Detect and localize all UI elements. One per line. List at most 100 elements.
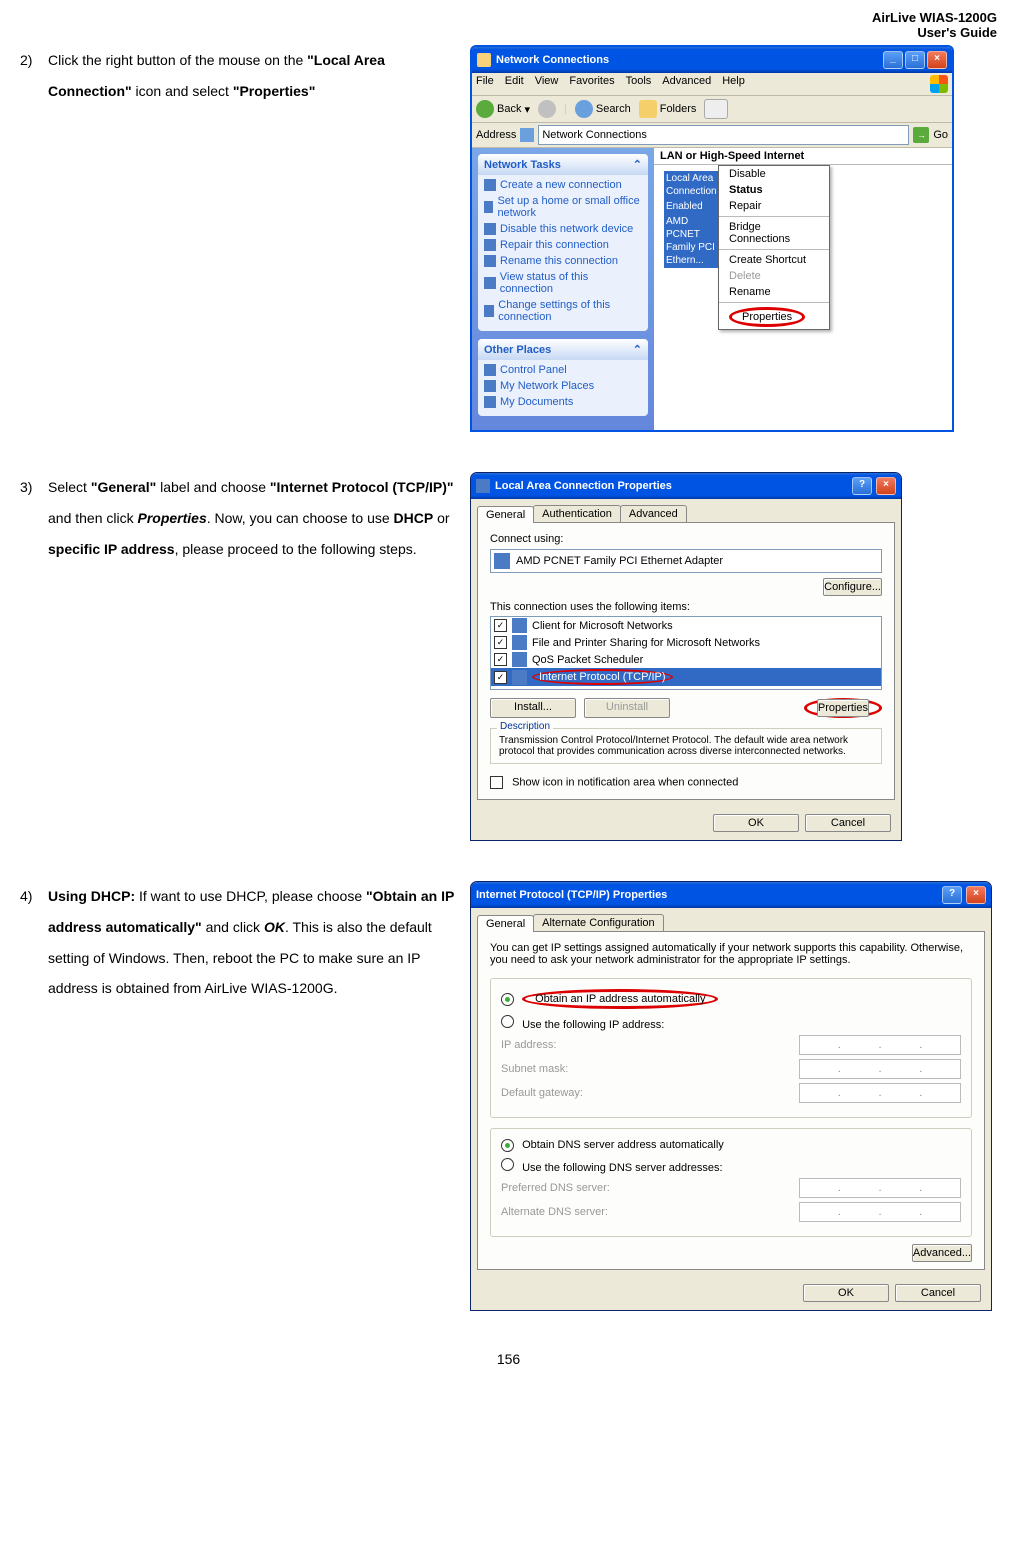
highlight-ellipse: Internet Protocol (TCP/IP): [532, 669, 673, 685]
menu-favorites[interactable]: Favorites: [569, 75, 614, 93]
step-2-text: 2) Click the right button of the mouse o…: [20, 45, 460, 432]
address-input[interactable]: [538, 125, 909, 145]
link-icon: [484, 396, 496, 408]
tab-advanced[interactable]: Advanced: [620, 505, 687, 522]
connection-status: Enabled: [664, 199, 719, 214]
panel-network-tasks-header[interactable]: Network Tasks ⌃: [478, 154, 648, 175]
cancel-button[interactable]: Cancel: [895, 1284, 981, 1302]
menu-help[interactable]: Help: [722, 75, 745, 93]
radio-obtain-dns[interactable]: Obtain DNS server address automatically: [501, 1139, 961, 1152]
menu-edit[interactable]: Edit: [505, 75, 524, 93]
task-rename[interactable]: Rename this connection: [484, 255, 642, 267]
ip-field: ...: [799, 1035, 961, 1055]
ok-button[interactable]: OK: [713, 814, 799, 832]
show-icon-label: Show icon in notification area when conn…: [512, 776, 738, 788]
ctx-shortcut[interactable]: Create Shortcut: [719, 252, 829, 268]
back-button[interactable]: Back ▾: [476, 100, 530, 118]
local-area-connection-item[interactable]: Local Area Connection Enabled AMD PCNET …: [654, 165, 718, 222]
install-button[interactable]: Install...: [490, 698, 576, 718]
task-disable-device[interactable]: Disable this network device: [484, 223, 642, 235]
show-icon-checkbox[interactable]: [490, 776, 503, 789]
step-3-section: 3) Select "General" label and choose "In…: [20, 472, 997, 841]
items-listbox[interactable]: ✓Client for Microsoft Networks ✓File and…: [490, 616, 882, 690]
connect-using-label: Connect using:: [490, 533, 882, 545]
go-button[interactable]: →: [913, 127, 929, 143]
toolbar: Back ▾ | Search Folders: [472, 96, 952, 123]
task-view-status[interactable]: View status of this connection: [484, 271, 642, 295]
ctx-properties[interactable]: Properties: [719, 305, 829, 329]
menu-tools[interactable]: Tools: [626, 75, 652, 93]
configure-button[interactable]: Configure...: [823, 578, 882, 596]
advanced-button[interactable]: Advanced...: [912, 1244, 972, 1262]
close-button[interactable]: ×: [966, 886, 986, 904]
checkbox-icon[interactable]: ✓: [494, 619, 507, 632]
highlight-ellipse: Obtain an IP address automatically: [522, 989, 718, 1009]
task-repair[interactable]: Repair this connection: [484, 239, 642, 251]
checkbox-icon[interactable]: ✓: [494, 653, 507, 666]
ok-button[interactable]: OK: [803, 1284, 889, 1302]
ctx-repair[interactable]: Repair: [719, 198, 829, 214]
tab-general[interactable]: General: [477, 915, 534, 932]
step-2-section: 2) Click the right button of the mouse o…: [20, 45, 997, 432]
uses-items-label: This connection uses the following items…: [490, 601, 882, 613]
menu-file[interactable]: File: [476, 75, 494, 93]
task-create-connection[interactable]: Create a new connection: [484, 179, 642, 191]
task-icon: [484, 201, 493, 213]
step-2-number: 2): [20, 45, 48, 76]
adns-label: Alternate DNS server:: [501, 1206, 608, 1218]
radio-use-ip[interactable]: Use the following IP address:: [501, 1015, 961, 1031]
back-icon: [476, 100, 494, 118]
ctx-disable[interactable]: Disable: [719, 166, 829, 182]
ctx-status[interactable]: Status: [719, 182, 829, 198]
radio-obtain-ip[interactable]: Obtain an IP address automatically: [501, 989, 961, 1009]
dialog-title: Local Area Connection Properties: [495, 480, 672, 492]
menu-advanced[interactable]: Advanced: [662, 75, 711, 93]
task-icon: [484, 239, 496, 251]
pdns-label: Preferred DNS server:: [501, 1182, 610, 1194]
task-setup-network[interactable]: Set up a home or small office network: [484, 195, 642, 219]
component-icon: [512, 618, 527, 633]
panel-other-places-header[interactable]: Other Places ⌃: [478, 339, 648, 360]
checkbox-icon[interactable]: ✓: [494, 636, 507, 649]
ctx-bridge[interactable]: Bridge Connections: [719, 219, 829, 247]
adns-field: ...: [799, 1202, 961, 1222]
list-item-tcpip[interactable]: ✓ Internet Protocol (TCP/IP): [491, 668, 881, 686]
search-button[interactable]: Search: [575, 100, 631, 118]
go-label: Go: [933, 129, 948, 141]
radio-icon: [501, 1139, 514, 1152]
address-icon: [520, 128, 534, 142]
forward-icon[interactable]: [538, 100, 556, 118]
cancel-button[interactable]: Cancel: [805, 814, 891, 832]
step-3-number: 3): [20, 472, 48, 503]
dialog-tcpip-properties: Internet Protocol (TCP/IP) Properties ? …: [470, 881, 992, 1311]
ctx-rename[interactable]: Rename: [719, 284, 829, 300]
close-button[interactable]: ×: [927, 51, 947, 69]
window-network-connections: Network Connections _ □ × File Edit View…: [470, 45, 954, 432]
context-menu: Disable Status Repair Bridge Connections…: [718, 165, 830, 330]
help-button[interactable]: ?: [942, 886, 962, 904]
link-control-panel[interactable]: Control Panel: [484, 364, 642, 376]
help-button[interactable]: ?: [852, 477, 872, 495]
highlight-ellipse: Properties: [804, 698, 882, 718]
folders-icon: [639, 100, 657, 118]
tab-general[interactable]: General: [477, 506, 534, 523]
radio-use-dns[interactable]: Use the following DNS server addresses:: [501, 1158, 961, 1174]
views-button[interactable]: [704, 99, 728, 119]
windows-logo-icon: [930, 75, 948, 93]
folders-button[interactable]: Folders: [639, 100, 697, 118]
doc-title: User's Guide: [20, 25, 997, 40]
tab-alternate[interactable]: Alternate Configuration: [533, 914, 664, 931]
minimize-button[interactable]: _: [883, 51, 903, 69]
address-bar: Address → Go: [472, 123, 952, 148]
close-button[interactable]: ×: [876, 477, 896, 495]
tab-authentication[interactable]: Authentication: [533, 505, 621, 522]
link-my-network-places[interactable]: My Network Places: [484, 380, 642, 392]
component-icon: [512, 635, 527, 650]
menu-view[interactable]: View: [535, 75, 559, 93]
task-change-settings[interactable]: Change settings of this connection: [484, 299, 642, 323]
link-my-documents[interactable]: My Documents: [484, 396, 642, 408]
properties-button[interactable]: Properties: [817, 699, 869, 717]
connection-name: Local Area Connection: [664, 171, 719, 199]
maximize-button[interactable]: □: [905, 51, 925, 69]
checkbox-icon[interactable]: ✓: [494, 671, 507, 684]
